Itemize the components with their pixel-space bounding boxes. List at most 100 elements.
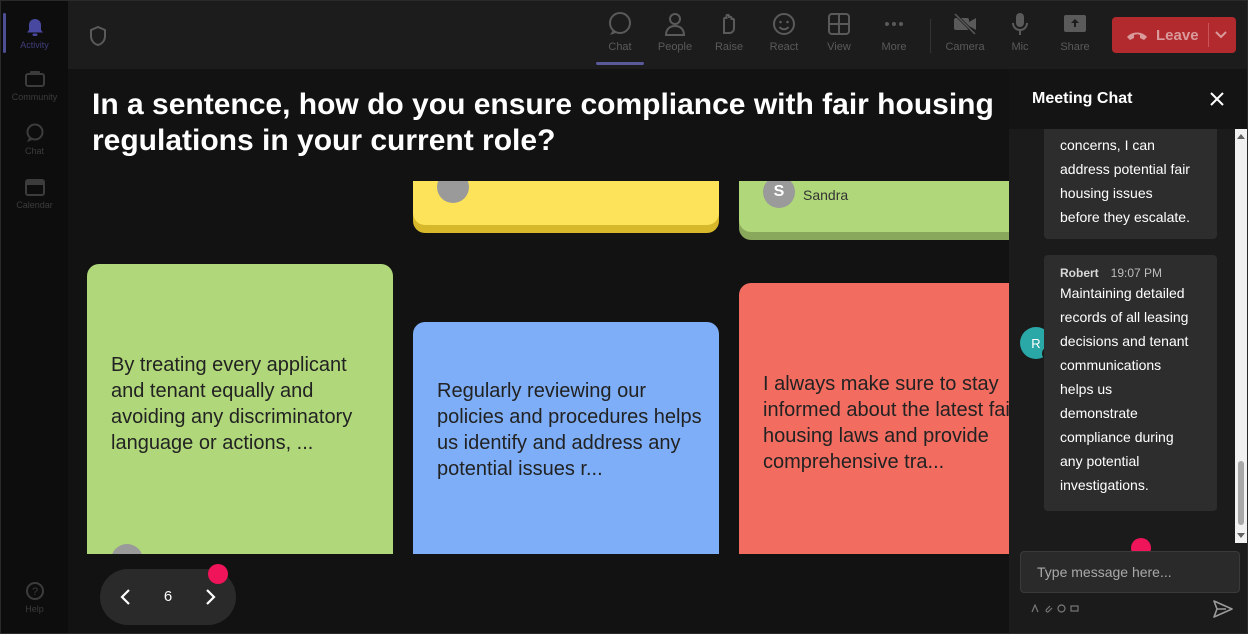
svg-text:?: ?: [31, 586, 37, 598]
chat-message: concerns, I can address potential fair h…: [1044, 129, 1217, 239]
message-line: records of all leasing: [1060, 309, 1189, 325]
rail-item-chat[interactable]: Chat: [1, 113, 68, 165]
message-meta: Robert 19:07 PM: [1060, 265, 1201, 281]
leave-button[interactable]: Leave: [1112, 17, 1236, 53]
rail-item-calendar[interactable]: Calendar: [1, 167, 68, 219]
toolbar-people-button[interactable]: People: [651, 9, 699, 61]
shield-icon[interactable]: [88, 25, 108, 47]
chat-messages: concerns, I can address potential fair h…: [1009, 129, 1235, 543]
rail-item-community[interactable]: Community: [1, 59, 68, 111]
message-line: housing issues: [1060, 185, 1153, 201]
meeting-toolbar: Chat People Raise React View More Camera: [68, 1, 1247, 69]
toolbar-raise-button[interactable]: Raise: [705, 9, 753, 61]
answer-card[interactable]: [413, 181, 719, 225]
message-line: compliance during: [1060, 429, 1174, 445]
answer-card[interactable]: I always make sure to stay informed abou…: [739, 283, 1009, 554]
click-indicator: [208, 564, 228, 584]
answer-board: S Sandra By treating every applicant and…: [68, 181, 1009, 554]
toolbar-divider: [930, 19, 931, 53]
people-icon: [664, 13, 686, 36]
send-icon[interactable]: [1213, 600, 1233, 618]
toolbar-label: People: [657, 41, 693, 53]
left-rail: Activity Community Chat Calendar ? Help: [1, 1, 68, 633]
message-author: Robert: [1060, 266, 1099, 280]
answer-text: I always make sure to stay informed abou…: [763, 373, 1009, 473]
leave-divider: [1208, 23, 1209, 47]
rail-item-label: Activity: [20, 39, 49, 50]
view-icon: [828, 13, 850, 35]
meeting-window: Activity Community Chat Calendar ? Help …: [0, 0, 1248, 634]
page-number: 6: [163, 588, 173, 605]
help-icon: ?: [25, 581, 44, 600]
chat-title: Meeting Chat: [1032, 90, 1133, 107]
answer-card[interactable]: By treating every applicant and tenant e…: [87, 264, 393, 554]
message-line: Maintaining detailed: [1060, 285, 1185, 301]
more-icon: [885, 22, 903, 26]
answer-text: Regularly reviewing our policies and pro…: [437, 380, 702, 480]
rail-item-help[interactable]: ? Help: [1, 571, 68, 623]
toolbar-label: Mic: [1011, 41, 1029, 53]
message-line: communications: [1060, 357, 1162, 373]
rail-item-label: Help: [25, 603, 44, 614]
toolbar-label: Raise: [714, 41, 744, 53]
toolbar-chat-button[interactable]: Chat: [596, 9, 644, 65]
rail-item-label: Chat: [24, 145, 44, 156]
bell-icon: [26, 18, 43, 36]
chevron-right-icon[interactable]: [198, 585, 222, 609]
emoji-icon[interactable]: [1057, 604, 1066, 613]
message-line: any potential: [1060, 453, 1140, 469]
chevron-down-icon[interactable]: [1214, 29, 1228, 41]
message-line: decisions and tenant: [1060, 333, 1189, 349]
stage: In a sentence, how do you ensure complia…: [68, 69, 1009, 633]
react-icon: [773, 13, 795, 35]
toolbar-view-button[interactable]: View: [815, 9, 863, 61]
format-icon[interactable]: [1031, 604, 1040, 613]
toolbar-label: React: [769, 41, 799, 53]
chat-scrollbar[interactable]: [1235, 129, 1247, 543]
mic-icon: [1012, 13, 1028, 35]
chevron-left-icon[interactable]: [114, 585, 138, 609]
toolbar-camera-button[interactable]: Camera: [941, 9, 989, 61]
toolbar-label: Share: [1060, 41, 1090, 53]
calendar-icon: [24, 178, 45, 196]
answer-card[interactable]: S Sandra: [739, 181, 1009, 232]
scroll-down-icon[interactable]: [1237, 533, 1245, 539]
message-line: concerns, I can: [1060, 137, 1155, 153]
author-avatar: [437, 181, 469, 203]
leave-label: Leave: [1156, 26, 1199, 44]
gif-icon[interactable]: [1070, 604, 1079, 613]
attach-icon[interactable]: [1044, 604, 1053, 613]
chat-icon: [609, 12, 631, 35]
answer-text: By treating every applicant and tenant e…: [111, 354, 353, 454]
toolbar-more-button[interactable]: More: [870, 9, 918, 61]
message-line: before they escalate.: [1060, 209, 1190, 225]
author-avatar: S: [763, 181, 795, 208]
answer-card[interactable]: Regularly reviewing our policies and pro…: [413, 322, 719, 554]
rail-item-label: Calendar: [16, 199, 53, 210]
toolbar-mic-button[interactable]: Mic: [996, 9, 1044, 61]
scroll-up-icon[interactable]: [1237, 133, 1245, 139]
chat-message: Robert 19:07 PM Maintaining detailed reco…: [1044, 255, 1217, 511]
close-icon[interactable]: [1207, 89, 1227, 109]
toolbar-react-button[interactable]: React: [760, 9, 808, 61]
toolbar-share-button[interactable]: Share: [1051, 9, 1099, 61]
toolbar-label: Chat: [608, 41, 632, 53]
rail-item-label: Community: [11, 91, 58, 102]
meeting-chat-panel: Meeting Chat concerns, I can address pot…: [1009, 69, 1247, 633]
hang-up-icon: [1127, 32, 1147, 40]
chat-message-input[interactable]: [1020, 551, 1240, 593]
question-title: In a sentence, how do you ensure complia…: [92, 88, 994, 157]
chat-icon: [26, 123, 43, 142]
camera-off-icon: [953, 12, 977, 36]
rail-item-activity[interactable]: Activity: [1, 7, 68, 59]
toolbar-label: View: [827, 41, 851, 53]
message-time: 19:07 PM: [1110, 266, 1163, 280]
toolbar-label: Camera: [945, 41, 985, 53]
scrollbar-thumb[interactable]: [1238, 461, 1244, 525]
share-icon: [1064, 15, 1086, 32]
message-line: address potential fair: [1060, 161, 1190, 177]
message-line: demonstrate: [1060, 405, 1138, 421]
author-avatar: [111, 544, 143, 554]
toolbar-label: More: [881, 41, 907, 53]
author-name: Sandra: [803, 187, 849, 203]
